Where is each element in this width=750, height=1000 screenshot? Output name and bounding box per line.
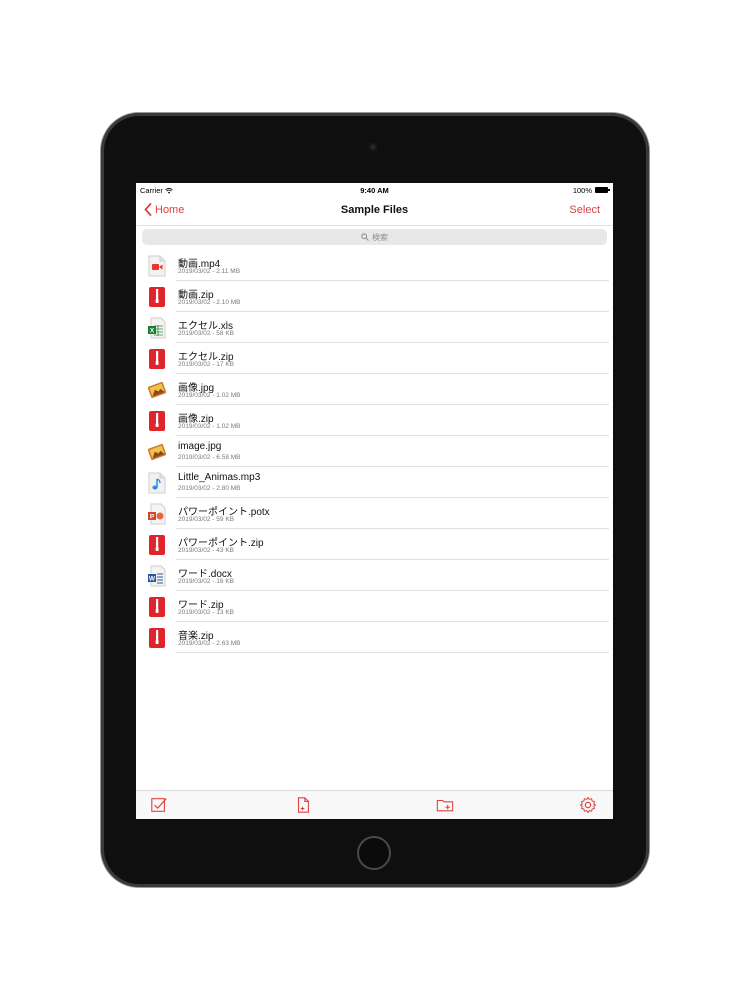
page-title: Sample Files <box>340 204 409 216</box>
file-meta: 2019/03/02 - 1.02 MB <box>178 423 241 430</box>
file-row[interactable]: X エクセル.xls 2019/03/02 - 58 KB <box>136 312 613 343</box>
image-file-icon <box>147 379 167 401</box>
file-row[interactable]: パワーポイント.zip 2019/03/02 - 43 KB <box>136 529 613 560</box>
file-row[interactable]: 画像.zip 2019/03/02 - 1.02 MB <box>136 405 613 436</box>
home-button[interactable] <box>357 836 391 870</box>
new-folder-icon[interactable] <box>436 796 454 814</box>
image-file-icon <box>147 441 167 463</box>
file-list: 動画.mp4 2019/03/02 - 2.11 MB 動画.zip 2019/03/… <box>136 250 613 653</box>
zip-file-icon <box>148 286 166 308</box>
file-row[interactable]: ワード.zip 2019/03/02 - 13 KB <box>136 591 613 622</box>
file-meta: 2019/03/02 - 58 KB <box>178 330 235 337</box>
file-meta: 2019/03/02 - 17 KB <box>178 361 235 368</box>
file-meta: 2019/03/02 - 2.11 MB <box>178 268 241 275</box>
file-row[interactable]: エクセル.zip 2019/03/02 - 17 KB <box>136 343 613 374</box>
file-row[interactable]: image.jpg 2019/03/02 - 6.58 MB <box>136 436 613 467</box>
zip-file-icon <box>148 534 166 556</box>
file-row[interactable]: P パワーポイント.potx 2019/03/02 - 59 KB <box>136 498 613 529</box>
svg-text:X: X <box>150 328 155 335</box>
bottom-toolbar <box>136 790 613 819</box>
music-file-icon <box>148 472 166 494</box>
front-camera <box>369 143 377 151</box>
zip-file-icon <box>148 348 166 370</box>
file-row[interactable]: 動画.mp4 2019/03/02 - 2.11 MB <box>136 250 613 281</box>
file-name: image.jpg <box>178 441 222 452</box>
excel-file-icon: X <box>148 317 166 339</box>
file-meta: 2019/03/02 - 2.10 MB <box>178 299 241 306</box>
zip-file-icon <box>148 410 166 432</box>
app-screen: Carrier 9:40 AM 100% Home Sample Files S… <box>136 183 613 819</box>
file-row[interactable]: W ワード.docx 2019/03/02 - 16 KB <box>136 560 613 591</box>
zip-file-icon <box>148 596 166 618</box>
file-row[interactable]: Little_Animas.mp3 2019/03/02 - 2.80 MB <box>136 467 613 498</box>
svg-text:P: P <box>150 514 155 521</box>
status-bar: Carrier 9:40 AM 100% <box>136 183 613 197</box>
file-meta: 2019/03/02 - 43 KB <box>178 547 235 554</box>
file-name: Little_Animas.mp3 <box>178 472 261 483</box>
select-button[interactable]: Select <box>569 204 600 216</box>
file-meta: 2019/03/02 - 6.58 MB <box>178 454 241 461</box>
word-file-icon: W <box>148 565 166 587</box>
file-meta: 2019/03/02 - 2.63 MB <box>178 640 241 647</box>
navigation-bar: Home Sample Files Select <box>136 197 613 226</box>
battery-percent: 100% <box>572 186 592 195</box>
new-file-icon[interactable] <box>294 796 312 814</box>
file-meta: 2019/03/02 - 1.02 MB <box>178 392 241 399</box>
clock: 9:40 AM <box>360 186 389 195</box>
file-meta: 2019/03/02 - 59 KB <box>178 516 235 523</box>
video-file-icon <box>148 255 166 277</box>
file-meta: 2019/03/02 - 2.80 MB <box>178 485 241 492</box>
zip-file-icon <box>148 627 166 649</box>
powerpoint-file-icon: P <box>148 503 166 525</box>
search-icon <box>361 233 369 241</box>
search-input[interactable]: 検索 <box>142 229 607 245</box>
checklist-icon[interactable] <box>150 796 168 814</box>
file-row[interactable]: 動画.zip 2019/03/02 - 2.10 MB <box>136 281 613 312</box>
gear-icon[interactable] <box>579 796 597 814</box>
row-divider <box>176 652 609 653</box>
svg-text:W: W <box>149 576 156 583</box>
file-row[interactable]: 画像.jpg 2019/03/02 - 1.02 MB <box>136 374 613 405</box>
battery-icon <box>595 187 610 193</box>
file-meta: 2019/03/02 - 13 KB <box>178 609 235 616</box>
file-meta: 2019/03/02 - 16 KB <box>178 578 235 585</box>
file-row[interactable]: 音楽.zip 2019/03/02 - 2.63 MB <box>136 622 613 653</box>
search-placeholder: 検索 <box>372 232 388 242</box>
